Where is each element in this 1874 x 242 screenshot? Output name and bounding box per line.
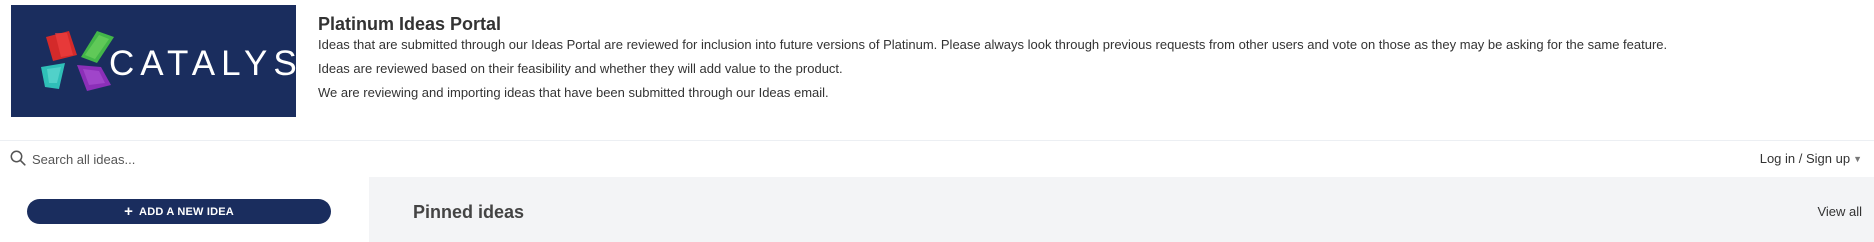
logo-wordmark: CATALYST — [109, 44, 296, 83]
search-bar: Log in / Sign up▼ — [0, 140, 1874, 177]
pinned-ideas-heading: Pinned ideas — [413, 202, 525, 222]
catalyst-logo[interactable]: CATALYST — [11, 5, 296, 117]
main-content: Pinned ideas View all — [369, 177, 1874, 242]
search-input[interactable] — [32, 149, 532, 169]
search-icon — [10, 150, 26, 171]
chevron-down-icon: ▼ — [1853, 154, 1862, 164]
view-all-link[interactable]: View all — [1817, 204, 1862, 219]
add-new-idea-label: ADD A NEW IDEA — [139, 205, 234, 218]
portal-description-line: Ideas that are submitted through our Ide… — [318, 37, 1668, 52]
portal-header: CATALYST Platinum Ideas Portal Ideas tha… — [0, 0, 1874, 140]
add-new-idea-button[interactable]: + ADD A NEW IDEA — [27, 199, 331, 224]
login-signup-label: Log in / Sign up — [1759, 151, 1851, 166]
login-signup-link[interactable]: Log in / Sign up ▼ — [1760, 151, 1862, 166]
portal-description-line: Ideas are reviewed based on their feasib… — [318, 61, 843, 76]
portal-title: Platinum Ideas Portal — [318, 14, 502, 34]
portal-description-line: We are reviewing and importing ideas tha… — [318, 85, 829, 100]
plus-icon: + — [124, 203, 134, 220]
sidebar: + ADD A NEW IDEA — [0, 177, 369, 242]
